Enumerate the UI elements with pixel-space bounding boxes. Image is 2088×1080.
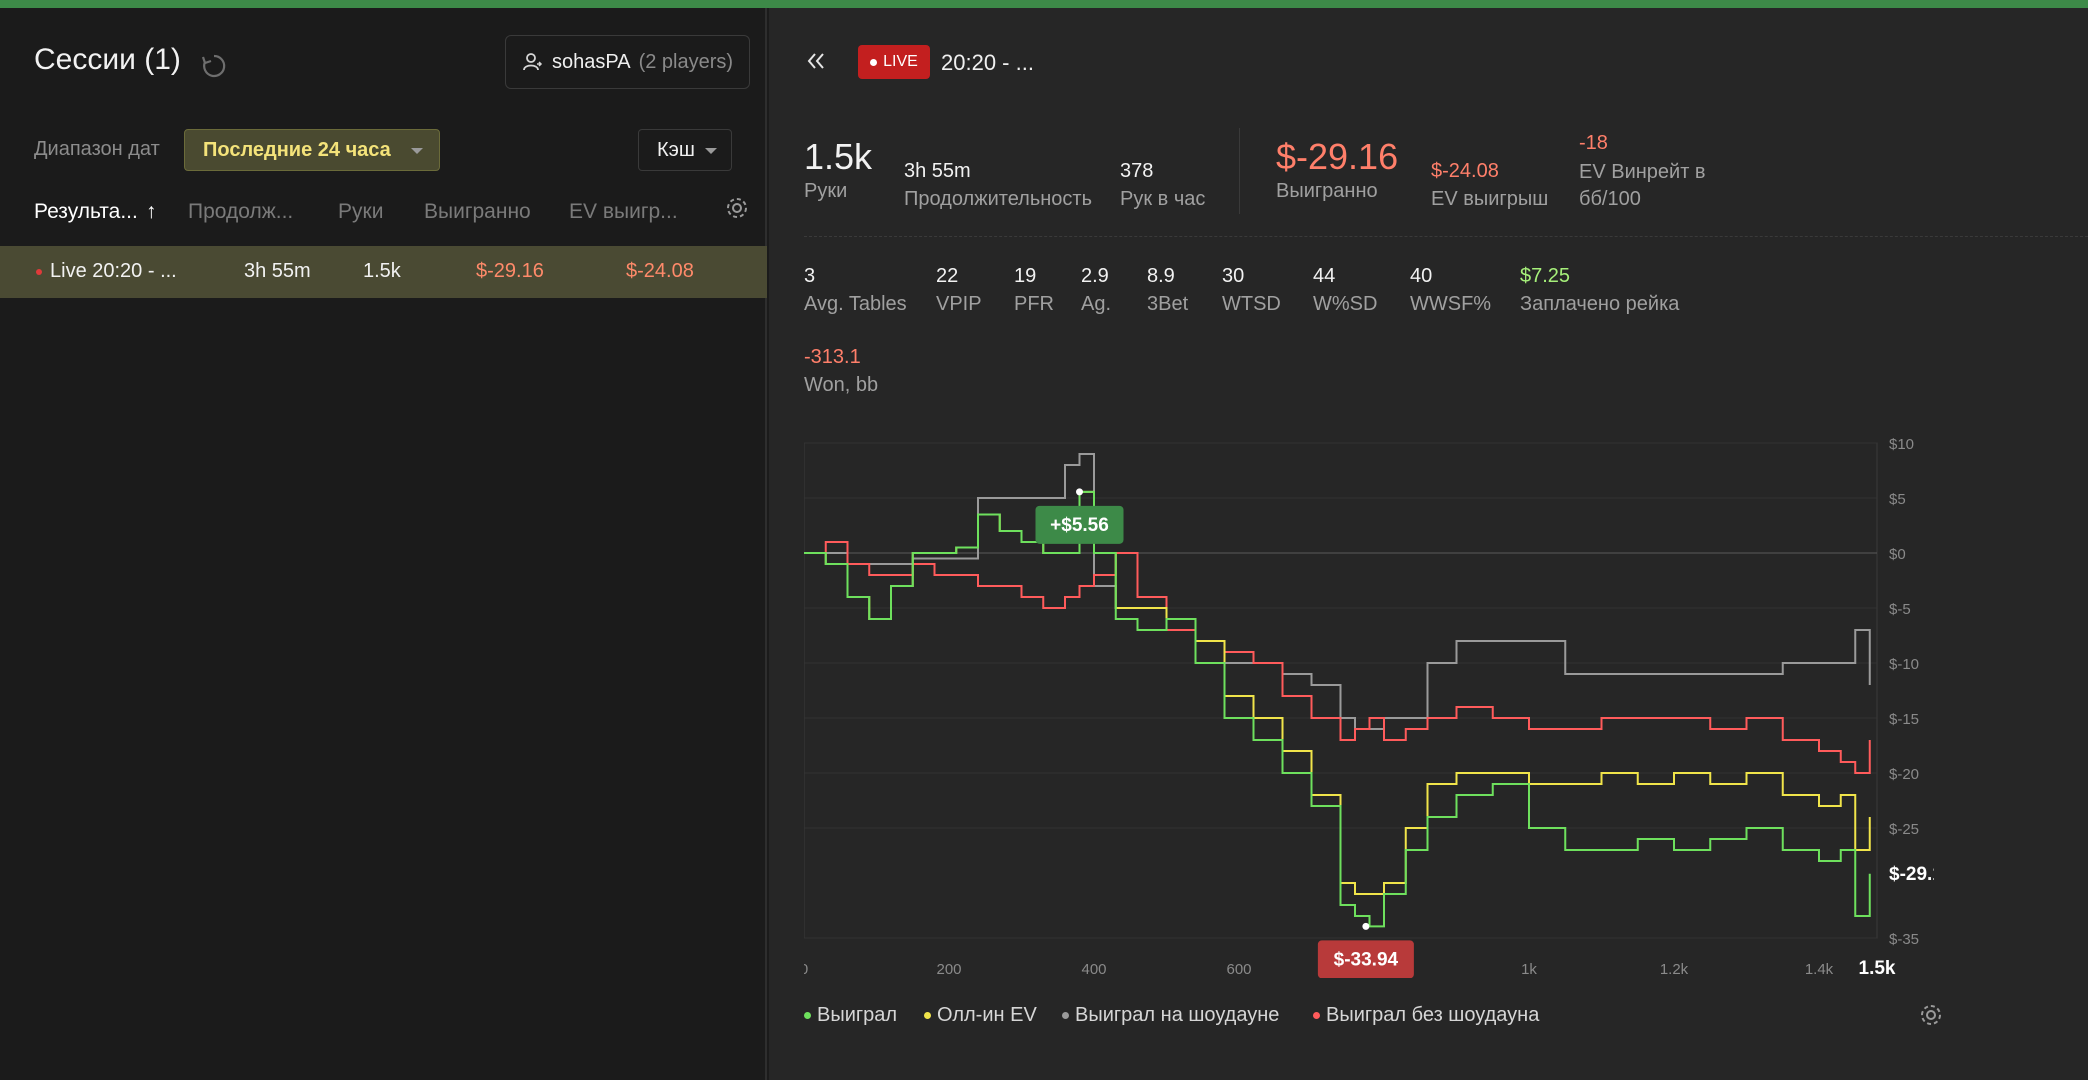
date-range-value: Последние 24 часа [203,138,391,161]
sort-arrow-icon[interactable]: ↑ [146,200,157,224]
chevron-down-icon [411,148,423,154]
live-dot [36,269,42,275]
stat-won-bb: -313.1 Won, bb [804,346,879,396]
x-tick-label: 1.5k [1859,958,1896,978]
x-tick-label: 600 [1226,961,1251,978]
user-switch-icon [523,53,543,71]
game-type-select[interactable]: Кэш [638,129,732,171]
column-header-won[interactable]: Выигранно [424,200,531,224]
column-header-duration[interactable]: Продолж... [188,200,293,224]
annotation-point [1362,922,1370,930]
legend-dot-red [1313,1012,1320,1019]
stat-pfr: 19 PFR [1014,265,1054,315]
y-tick-label: $-29.16 [1889,864,1934,885]
legend-label: Выиграл [817,1004,898,1026]
stat-aggression: 2.9 Ag. [1081,265,1112,315]
stat-wwsf: 40 WWSF% [1410,265,1492,315]
y-tick-label: $-10 [1889,656,1919,673]
stats-divider [1239,128,1240,214]
session-duration: 3h 55m [244,260,311,282]
legend-dot-yellow [924,1012,931,1019]
live-badge: LIVE [858,45,930,79]
stat-hands: 1.5k Руки [804,136,873,202]
chevron-down-icon [705,148,717,154]
player-name: sohasPA [552,50,631,73]
x-tick-label: 1.4k [1805,961,1834,978]
session-name: Live 20:20 - ... [50,260,177,282]
date-range-label: Диапазон дат [34,138,160,160]
live-badge-label: LIVE [883,53,918,70]
x-tick-label: 1k [1521,961,1537,978]
live-indicator-dot [870,58,878,66]
stats-separator [804,236,2088,237]
legend-dot-gray [1062,1012,1069,1019]
y-tick-label: $-35 [1889,931,1919,948]
y-tick-label: $-15 [1889,711,1919,728]
game-type-value: Кэш [657,138,695,161]
column-header-result[interactable]: Результа... [34,200,138,224]
stat-avg-tables: 3 Avg. Tables [804,265,907,315]
x-tick-label: 400 [1081,961,1106,978]
stat-hands-per-hour: 378 Рук в час [1120,160,1206,210]
session-won: $-29.16 [476,260,544,282]
stat-wsd: 44 W%SD [1313,265,1378,315]
x-tick-label: 200 [936,961,961,978]
session-row[interactable]: Live 20:20 - ... 3h 55m 1.5k $-29.16 $-2… [0,246,767,298]
legend-item-allin-ev[interactable]: Олл-ин EV [924,1004,1037,1027]
stat-won: $-29.16 Выигранно [1276,136,1399,202]
date-range-select[interactable]: Последние 24 часа [184,129,440,171]
legend-label: Выиграл на шоудауне [1075,1004,1280,1026]
column-header-hands[interactable]: Руки [338,200,383,224]
sessions-panel: Сессии (1) sohasPA (2 players) Диапазон … [0,8,767,1080]
y-tick-label: $-5 [1889,601,1911,618]
y-tick-label: $5 [1889,491,1906,508]
collapse-left-icon[interactable] [805,50,827,72]
player-count: (2 players) [638,50,734,73]
stat-vpip: 22 VPIP [936,265,982,315]
legend-item-won-showdown[interactable]: Выиграл на шоудауне [1062,1004,1279,1027]
y-tick-label: $-20 [1889,766,1919,783]
player-selector-button[interactable]: sohasPA (2 players) [505,35,750,89]
x-tick-label: 1.2k [1660,961,1689,978]
session-hands: 1.5k [363,260,401,282]
columns-settings-icon[interactable] [724,195,750,221]
stat-rake-paid: $7.25 Заплачено рейка [1520,265,1680,315]
max-annotation-label: +$5.56 [1050,515,1109,536]
legend-item-won-no-showdown[interactable]: Выиграл без шоудауна [1313,1004,1539,1027]
stat-ev-winrate: -18 EV Винрейт в бб/100 [1579,132,1706,210]
annotation-point [1076,488,1083,496]
y-tick-label: $10 [1889,436,1914,453]
chart-settings-icon[interactable] [1918,1002,1944,1028]
winnings-chart[interactable]: $10 $5 $0 $-5 $-10 $-15 $-20 $-25 $-29.16 $-35 0 20… [804,433,1934,978]
session-title: 20:20 - ... [941,50,1034,75]
legend-dot-green [804,1012,811,1019]
y-tick-label: $-25 [1889,821,1919,838]
session-ev-won: $-24.08 [626,260,694,282]
stat-ev-won: $-24.08 EV выигрыш [1431,160,1549,210]
stat-duration: 3h 55m Продолжительность [904,160,1092,210]
legend-label: Выиграл без шоудауна [1326,1004,1540,1026]
session-detail-panel: LIVE 20:20 - ... 1.5k Руки 3h 55m Продол… [769,8,2088,1080]
top-accent-bar [0,0,2088,8]
stat-wtsd: 30 WTSD [1222,265,1281,315]
legend-item-won[interactable]: Выиграл [804,1004,897,1027]
y-tick-label: $0 [1889,546,1906,563]
refresh-icon[interactable] [200,52,228,80]
column-header-ev-won[interactable]: EV выигр... [569,200,678,224]
sessions-title: Сессии (1) [34,43,181,76]
min-annotation-label: $-33.94 [1334,949,1399,970]
legend-label: Олл-ин EV [937,1004,1037,1026]
stat-3bet: 8.9 3Bet [1147,265,1189,315]
x-tick-label: 0 [804,961,808,978]
